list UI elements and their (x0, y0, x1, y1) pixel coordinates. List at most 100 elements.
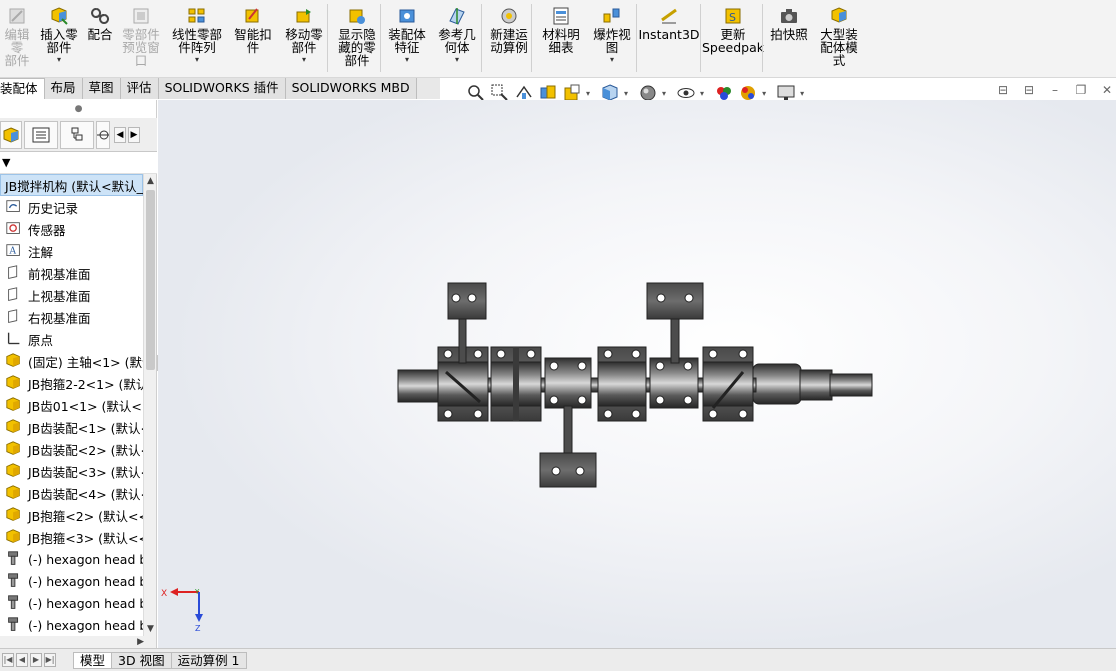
tree-item[interactable]: JB齿装配<3> (默认< (0, 460, 143, 482)
tab-item-3[interactable]: 评估 (120, 78, 159, 99)
instant3d-button[interactable]: Instant3D (638, 0, 700, 76)
update-speedpak-button[interactable]: S 更新 Speedpak (702, 0, 764, 76)
dropdown-arrow-icon[interactable]: ▾ (302, 55, 306, 65)
bom-button[interactable]: 材料明 细表 (536, 0, 586, 76)
bom-label: 材料明 细表 (542, 27, 580, 55)
tree-item[interactable]: JB抱箍<2> (默认<< (0, 504, 143, 526)
dropdown-arrow-icon[interactable]: ▾ (405, 55, 409, 65)
tree-item[interactable]: (-) hexagon head b (0, 548, 143, 570)
tab-item-0[interactable]: 装配体 (0, 78, 45, 99)
tree-horizontal-scrollbar[interactable]: ▶ (0, 636, 156, 648)
dropdown-arrow-icon[interactable]: ▾ (700, 89, 704, 98)
exploded-view-button[interactable]: 爆炸视 图 ▾ (588, 0, 636, 76)
dropdown-arrow-icon[interactable]: ▾ (610, 55, 614, 65)
mate-button[interactable]: 配合 (84, 0, 116, 76)
dropdown-arrow-icon[interactable]: ▾ (800, 89, 804, 98)
scroll-right-icon[interactable]: ▶ (137, 637, 144, 647)
tree-item-label: 历史记录 (28, 200, 79, 216)
dropdown-arrow-icon[interactable]: ▾ (662, 89, 666, 98)
new-motion-study-button[interactable]: 新建运 动算例 (484, 0, 534, 76)
tree-item[interactable]: JB抱箍2-2<1> (默认 (0, 372, 143, 394)
graphics-viewport[interactable]: X Y Z (158, 100, 1116, 648)
panel-tab-next-button[interactable]: ▶ (128, 126, 140, 143)
tree-item[interactable]: JB齿装配<1> (默认< (0, 416, 143, 438)
dropdown-arrow-icon[interactable]: ▾ (624, 89, 628, 98)
first-tab-button[interactable]: |◀ (2, 653, 14, 667)
tree-item[interactable]: (-) hexagon head b (0, 592, 143, 614)
exploded-view-label: 爆炸视 图 (593, 27, 631, 55)
show-hidden-button[interactable]: 显示隐 藏的零 部件 (332, 0, 382, 76)
minimize-icon[interactable]: – (1046, 82, 1064, 98)
part-icon (6, 419, 20, 433)
tab-solidworks[interactable]: SOLIDWORKS 插件 (158, 78, 286, 99)
tree-item[interactable]: JB齿装配<2> (默认< (0, 438, 143, 460)
tree-item[interactable]: 前视基准面 (0, 262, 143, 284)
edit-component-button[interactable]: 编辑零 部件 (0, 0, 34, 76)
snapshot-button[interactable]: 拍快照 (768, 0, 810, 76)
move-component-button[interactable]: 移动零 部件 ▾ (278, 0, 330, 76)
viewport-window-controls: ⊟ ⊟ – ❐ ✕ (994, 82, 1116, 98)
tab-item-1[interactable]: 布局 (44, 78, 83, 99)
panel-grip-icon[interactable]: ● (0, 100, 157, 118)
assembly-feature-button[interactable]: 装配体 特征 ▾ (384, 0, 430, 76)
next-tab-button[interactable]: ▶ (30, 653, 42, 667)
bottom-tabs: 模型 3D 视图 运动算例 1 (73, 651, 247, 669)
tile-left-icon[interactable]: ⊟ (994, 82, 1012, 98)
part-icon (6, 353, 20, 367)
dropdown-arrow-icon[interactable]: ▾ (762, 89, 766, 98)
dropdown-arrow-icon[interactable]: ▾ (57, 55, 61, 65)
dropdown-arrow-icon[interactable]: ▾ (586, 89, 590, 98)
tree-item-label: JB齿装配<4> (默认< (28, 486, 143, 502)
tree-item[interactable]: 原点 (0, 328, 143, 350)
tree-item-label: 前视基准面 (28, 266, 91, 282)
part-icon (6, 375, 20, 389)
insert-component-button[interactable]: 插入零 部件 ▾ (36, 0, 82, 76)
tab-item-2[interactable]: 草图 (82, 78, 121, 99)
smart-fastener-icon (245, 8, 259, 23)
tree-item[interactable]: JB齿装配<4> (默认< (0, 482, 143, 504)
close-icon[interactable]: ✕ (1098, 82, 1116, 98)
edit-component-label: 编辑零 部件 (4, 27, 30, 68)
tree-filter[interactable]: ▼ (0, 152, 157, 174)
tile-right-icon[interactable]: ⊟ (1020, 82, 1038, 98)
pattern-icon (188, 8, 205, 23)
large-assembly-label: 大型装 配体模 式 (820, 27, 858, 68)
reference-geometry-button[interactable]: 参考几 何体 ▾ (432, 0, 482, 76)
tree-item[interactable]: 传感器 (0, 218, 143, 240)
restore-icon[interactable]: ❐ (1072, 82, 1090, 98)
component-preview-button[interactable]: 零部件 预览窗 口 (118, 0, 164, 76)
bottom-tab-model[interactable]: 模型 (73, 651, 113, 669)
dimxpert-tab[interactable] (96, 120, 110, 149)
tree-root-assembly[interactable]: JB搅拌机构 (默认<默认_ (0, 174, 143, 196)
dropdown-arrow-icon[interactable]: ▾ (195, 55, 199, 65)
panel-tab-prev-button[interactable]: ◀ (114, 126, 126, 143)
bottom-tab-3d-view[interactable]: 3D 视图 (111, 651, 172, 669)
tree-item[interactable]: JB抱箍<3> (默认<< (0, 526, 143, 548)
dropdown-arrow-icon[interactable]: ▾ (455, 55, 459, 65)
smart-fasteners-button[interactable]: 智能扣 件 (230, 0, 276, 76)
tree-item-label: 原点 (28, 332, 54, 348)
tree-item[interactable]: A 注解 (0, 240, 143, 262)
tree-item[interactable]: JB齿01<1> (默认<< (0, 394, 143, 416)
tree-item[interactable]: (固定) 主轴<1> (默认 (0, 350, 143, 372)
tree-item[interactable]: 右视基准面 (0, 306, 143, 328)
scroll-thumb[interactable] (146, 190, 155, 370)
tree-item[interactable]: (-) hexagon head b (0, 570, 143, 592)
svg-text:A: A (9, 247, 17, 257)
tree-item[interactable]: 上视基准面 (0, 284, 143, 306)
prev-tab-button[interactable]: ◀ (16, 653, 28, 667)
bottom-tab-motion-study-1[interactable]: 运动算例 1 (170, 651, 247, 669)
tab-solidworks-mbd[interactable]: SOLIDWORKS MBD (285, 78, 417, 99)
scroll-down-icon[interactable]: ▼ (144, 622, 157, 636)
last-tab-button[interactable]: ▶| (44, 653, 56, 667)
tree-item[interactable]: (-) hexagon head b (0, 614, 143, 636)
property-manager-tab[interactable] (24, 120, 58, 149)
scroll-up-icon[interactable]: ▲ (144, 174, 157, 188)
tree-item-label: (-) hexagon head b (28, 573, 143, 589)
tree-item[interactable]: 历史记录 (0, 196, 143, 218)
configuration-manager-tab[interactable] (60, 120, 94, 149)
tree-vertical-scrollbar[interactable]: ▲ ▼ (143, 174, 156, 636)
feature-manager-tab[interactable] (0, 120, 22, 149)
linear-pattern-button[interactable]: 线性零部 件阵列 ▾ (166, 0, 228, 76)
large-assembly-button[interactable]: 大型装 配体模 式 (816, 0, 862, 76)
